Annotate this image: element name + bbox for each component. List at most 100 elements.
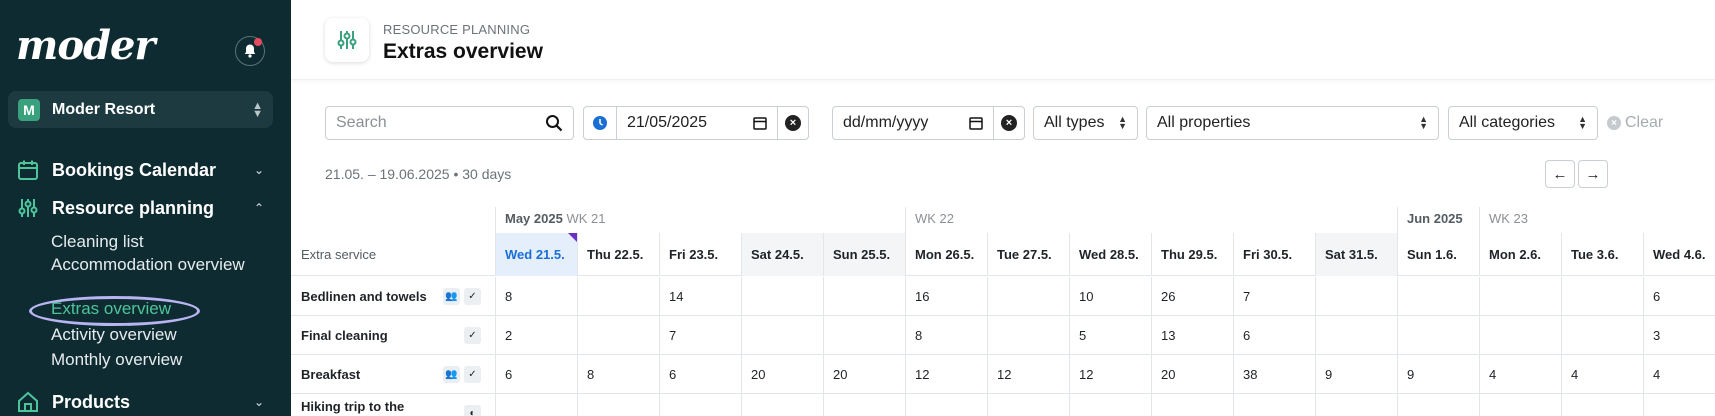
day-header[interactable]: Mon 26.5. <box>905 233 987 276</box>
nav-bookings-calendar[interactable]: Bookings Calendar ⌄ <box>16 158 276 182</box>
sub-accommodation-overview[interactable]: Accommodation overview <box>51 254 271 276</box>
table-cell[interactable] <box>987 394 1069 416</box>
sub-cleaning-list[interactable]: Cleaning list <box>51 231 144 253</box>
day-header[interactable]: Mon 2.6. <box>1479 233 1561 276</box>
table-cell[interactable]: 3 <box>1643 316 1715 355</box>
table-cell[interactable]: 20 <box>823 355 905 394</box>
table-cell[interactable] <box>577 394 659 416</box>
table-cell[interactable] <box>1233 394 1315 416</box>
sub-extras-overview[interactable]: Extras overview <box>51 298 171 320</box>
day-header[interactable]: Sun 25.5. <box>823 233 905 276</box>
day-header[interactable]: Fri 23.5. <box>659 233 741 276</box>
table-cell[interactable]: 4 <box>1561 355 1643 394</box>
table-cell[interactable]: 5 <box>1069 316 1151 355</box>
table-cell[interactable] <box>1643 394 1715 416</box>
table-cell[interactable]: 8 <box>905 316 987 355</box>
table-cell[interactable] <box>1561 316 1643 355</box>
table-cell[interactable] <box>1479 316 1561 355</box>
table-cell[interactable] <box>577 277 659 316</box>
table-cell[interactable] <box>741 277 823 316</box>
table-cell[interactable]: 6 <box>1643 277 1715 316</box>
categories-select[interactable]: All categories ▲ ▼ <box>1448 106 1598 140</box>
table-cell[interactable] <box>1561 277 1643 316</box>
date-to-input[interactable]: dd/mm/yyyy <box>832 106 994 140</box>
table-cell[interactable]: 26 <box>1151 277 1233 316</box>
day-header[interactable]: Tue 3.6. <box>1561 233 1643 276</box>
table-cell[interactable] <box>823 394 905 416</box>
sub-monthly-overview[interactable]: Monthly overview <box>51 349 182 371</box>
table-cell[interactable]: 6 <box>659 355 741 394</box>
app-logo[interactable]: moder <box>16 22 155 69</box>
week-label: WK 22 <box>915 211 955 226</box>
table-cell[interactable] <box>1479 394 1561 416</box>
table-cell[interactable]: 20 <box>1151 355 1233 394</box>
day-header[interactable]: Wed 28.5. <box>1069 233 1151 276</box>
clear-date-from-button[interactable]: × <box>777 106 809 140</box>
table-cell[interactable]: 12 <box>987 355 1069 394</box>
table-cell[interactable] <box>987 277 1069 316</box>
table-cell[interactable] <box>905 394 987 416</box>
table-cell[interactable]: 14 <box>659 277 741 316</box>
table-cell[interactable]: 8 <box>495 277 577 316</box>
clear-filters-button[interactable]: × Clear <box>1607 106 1663 140</box>
clear-date-to-button[interactable]: × <box>993 106 1025 140</box>
search-input[interactable]: Search <box>325 106 574 140</box>
resort-switcher[interactable]: M Moder Resort ▲ ▼ <box>8 91 273 128</box>
table-cell[interactable]: 8 <box>577 355 659 394</box>
table-cell[interactable] <box>1069 394 1151 416</box>
date-mode-toggle[interactable] <box>583 106 617 140</box>
table-cell[interactable] <box>1561 394 1643 416</box>
table-cell[interactable] <box>577 316 659 355</box>
table-cell[interactable] <box>495 394 577 416</box>
table-cell[interactable]: 38 <box>1233 355 1315 394</box>
table-cell[interactable]: 4 <box>1643 355 1715 394</box>
table-cell[interactable]: 6 <box>1233 316 1315 355</box>
table-cell[interactable] <box>1151 394 1233 416</box>
types-select[interactable]: All types ▲ ▼ <box>1033 106 1138 140</box>
table-cell[interactable]: 13 <box>1151 316 1233 355</box>
day-header[interactable]: Wed 4.6. <box>1643 233 1715 276</box>
table-cell[interactable] <box>1397 277 1479 316</box>
day-header[interactable]: Thu 29.5. <box>1151 233 1233 276</box>
sub-activity-overview[interactable]: Activity overview <box>51 324 177 346</box>
table-cell[interactable] <box>1479 277 1561 316</box>
table-cell[interactable]: 7 <box>1233 277 1315 316</box>
table-cell[interactable] <box>1315 277 1397 316</box>
notifications-button[interactable] <box>235 36 265 66</box>
table-cell[interactable]: 10 <box>1069 277 1151 316</box>
day-header-today[interactable]: Wed 21.5. <box>495 233 577 276</box>
day-header[interactable]: Tue 27.5. <box>987 233 1069 276</box>
table-cell[interactable]: 7 <box>659 316 741 355</box>
day-header[interactable]: Thu 22.5. <box>577 233 659 276</box>
table-cell[interactable] <box>1397 316 1479 355</box>
table-cell[interactable]: 12 <box>1069 355 1151 394</box>
table-cell[interactable] <box>741 316 823 355</box>
next-period-button[interactable]: → <box>1578 160 1608 188</box>
day-header[interactable]: Fri 30.5. <box>1233 233 1315 276</box>
table-cell[interactable] <box>1315 394 1397 416</box>
table-cell[interactable]: 20 <box>741 355 823 394</box>
table-cell[interactable]: 6 <box>495 355 577 394</box>
date-from-input[interactable]: 21/05/2025 <box>616 106 778 140</box>
table-cell[interactable] <box>823 277 905 316</box>
table-cell[interactable]: 12 <box>905 355 987 394</box>
table-cell[interactable]: 9 <box>1397 355 1479 394</box>
table-cell[interactable]: 16 <box>905 277 987 316</box>
table-cell[interactable] <box>987 316 1069 355</box>
table-cell[interactable] <box>659 394 741 416</box>
table-cell[interactable] <box>1397 394 1479 416</box>
table-cell[interactable]: 4 <box>1479 355 1561 394</box>
prev-period-button[interactable]: ← <box>1545 160 1575 188</box>
table-cell[interactable] <box>823 316 905 355</box>
table-cell[interactable]: 9 <box>1315 355 1397 394</box>
day-header[interactable]: Sun 1.6. <box>1397 233 1479 276</box>
nav-products[interactable]: Products ⌄ <box>16 390 276 414</box>
properties-select[interactable]: All properties ▲ ▼ <box>1146 106 1439 140</box>
day-header[interactable]: Sat 24.5. <box>741 233 823 276</box>
table-cell[interactable] <box>1315 316 1397 355</box>
day-header[interactable]: Sat 31.5. <box>1315 233 1397 276</box>
nav-resource-planning[interactable]: Resource planning ⌃ <box>16 196 276 220</box>
table-cell[interactable] <box>741 394 823 416</box>
table-cell[interactable]: 2 <box>495 316 577 355</box>
extra-service-name[interactable]: Hiking trip to the National Park (3h) <box>301 394 441 416</box>
